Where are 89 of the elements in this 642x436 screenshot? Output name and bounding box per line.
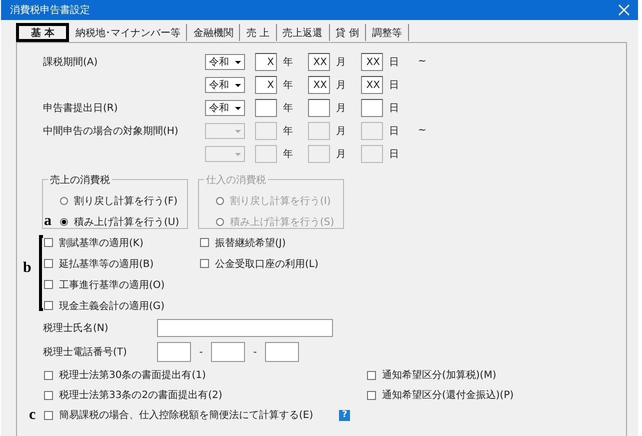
unit-label: 月 [335,102,347,114]
checkbox[interactable] [200,259,209,268]
checkbox-label: 通知希望区分(還付金振込)(P) [382,388,514,402]
tab[interactable]: 売 上 [240,24,277,41]
checkbox-label: 通知希望区分(加算税)(M) [382,368,496,382]
group-title: 売上の消費税 [48,173,112,187]
tab[interactable]: 調整等 [366,24,409,41]
unit-label: 月 [335,148,347,160]
unit-label: 日 [388,78,400,92]
annotation-letter: c [29,406,37,424]
checkbox[interactable] [44,259,53,268]
help-button[interactable]: ? [339,410,350,420]
unit-label: 月 [335,124,347,138]
separator-dash: - [198,346,204,358]
checkbox-label: 工事進行基準の適用(O) [59,278,165,292]
field-label: 課税期間(A) [43,56,98,68]
phone-field[interactable] [265,342,299,362]
tab[interactable]: 金融機関 [187,24,240,41]
checkbox-label: 公金受取口座の利用(L) [215,258,318,270]
checkbox[interactable] [44,238,53,247]
unit-label: 年 [282,102,294,114]
group-title: 仕入の消費税 [204,173,268,187]
era-dropdown[interactable]: 令和 [205,76,245,92]
month-field[interactable] [308,144,330,162]
month-field[interactable] [308,122,330,140]
radio-label: 積み上げ計算を行う(S) [230,216,334,228]
range-tilde: ~ [418,125,426,136]
radio-label: 割り戻し計算を行う(F) [74,194,178,208]
checkbox-label: 税理士法第33条の2の書面提出有(2) [59,388,222,402]
unit-label: 月 [335,78,347,92]
field-label: 中間申告の場合の対象期間(H) [43,126,178,136]
checkbox-label: 簡易課税の場合、仕入控除税額を簡便法にて計算する(E) [59,408,314,422]
checkbox[interactable] [367,370,376,380]
unit-label: 年 [282,124,294,138]
year-field[interactable]: X [255,52,277,70]
unit-label: 日 [388,56,400,68]
year-field[interactable] [255,122,277,140]
radio-label: 割り戻し計算を行う(I) [230,194,331,208]
close-icon[interactable] [618,4,630,16]
unit-label: 日 [388,124,400,138]
checkbox[interactable] [44,280,53,289]
checkbox-label: 延払基準等の適用(B) [59,258,154,270]
field-label: 申告書提出日(R) [43,102,118,114]
phone-field[interactable] [157,342,191,362]
radio-button[interactable] [60,218,68,226]
day-field[interactable]: XX [361,76,383,94]
unit-label: 月 [335,56,347,68]
separator-dash: - [252,346,258,358]
radio-label: 積み上げ計算を行う(U) [74,216,180,228]
day-field[interactable] [361,98,383,116]
annotation-letter: a [44,213,52,230]
unit-label: 年 [282,56,294,68]
day-field[interactable] [361,144,383,162]
checkbox[interactable] [44,370,53,380]
year-field[interactable] [255,144,277,162]
checkbox-label: 現金主義会計の適用(G) [59,300,165,312]
month-field[interactable]: XX [308,76,330,94]
checkbox-label: 税理士法第30条の書面提出有(1) [59,368,206,382]
unit-label: 年 [282,148,294,160]
unit-label: 日 [388,148,400,160]
radio-button[interactable] [60,196,68,204]
month-field[interactable] [308,98,330,116]
checkbox[interactable] [44,301,53,310]
tab[interactable]: 基 本 [16,23,70,42]
phone-field[interactable] [211,342,245,362]
annotation-letter: b [23,260,32,277]
checkbox-label: 割賦基準の適用(K) [59,236,144,250]
tab[interactable]: 貸 倒 [330,24,366,41]
day-field[interactable] [361,122,383,140]
name-field[interactable] [157,319,333,337]
field-label: 税理士氏名(N) [43,322,110,335]
checkbox[interactable] [200,238,209,247]
era-dropdown[interactable]: 令和 [205,54,245,70]
tab[interactable]: 売上返還 [276,24,330,41]
month-field[interactable]: XX [308,52,330,70]
tab[interactable]: 納税地･マイナンバー等 [69,24,188,41]
checkbox[interactable] [44,390,53,400]
field-label: 税理士電話番号(T) [43,346,128,359]
range-tilde: ~ [418,56,426,67]
era-dropdown[interactable]: 令和 [205,100,245,116]
day-field[interactable]: XX [361,52,383,70]
unit-label: 日 [388,102,400,114]
checkbox-label: 振替継続希望(J) [215,236,286,250]
year-field[interactable]: X [255,76,277,94]
checkbox[interactable] [44,410,53,420]
window-title: 消費税申告書設定 [10,4,90,17]
unit-label: 年 [282,78,294,92]
checkbox[interactable] [367,390,376,400]
year-field[interactable] [255,98,277,116]
